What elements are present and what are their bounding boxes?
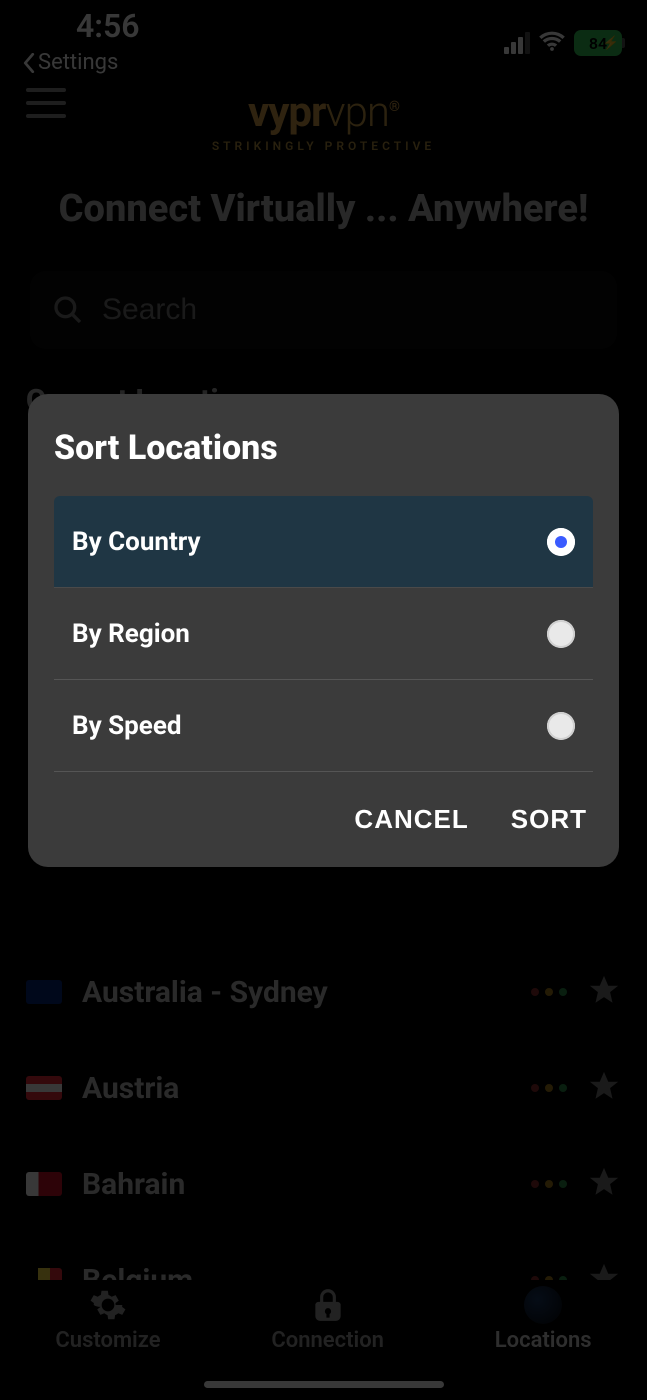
tab-customize[interactable]: Customize — [55, 1286, 160, 1353]
radio-icon — [547, 528, 575, 556]
cellular-signal-icon — [504, 32, 530, 54]
tab-label: Customize — [55, 1328, 160, 1353]
charging-icon: ⚡ — [603, 36, 619, 51]
sort-option-region[interactable]: By Region — [54, 588, 593, 680]
location-list: Australia - Sydney Austria Bahrain Belgi… — [0, 944, 647, 1328]
modal-actions: CANCEL SORT — [54, 772, 593, 839]
list-item[interactable]: Austria — [26, 1040, 621, 1136]
latency-indicator — [531, 1084, 567, 1092]
menu-icon[interactable] — [26, 88, 66, 118]
status-right: 84 ⚡ — [504, 10, 625, 56]
brand-strong: vypr — [248, 88, 325, 137]
flag-icon — [26, 1172, 62, 1196]
status-time: 4:56 — [22, 10, 140, 42]
status-left: 4:56 Settings — [22, 10, 140, 75]
app-header: vyprvpn® STRIKINGLY PROTECTIVE — [0, 78, 647, 159]
search-input[interactable] — [102, 293, 595, 327]
brand-tagline: STRIKINGLY PROTECTIVE — [212, 139, 435, 153]
home-indicator[interactable] — [204, 1381, 444, 1388]
hero: Connect Virtually ... Anywhere! — [0, 159, 647, 363]
location-name: Australia - Sydney — [82, 975, 511, 1010]
sort-option-country[interactable]: By Country — [54, 496, 593, 588]
wifi-icon — [538, 30, 566, 56]
option-label: By Country — [72, 527, 201, 557]
list-item[interactable]: Australia - Sydney — [26, 944, 621, 1040]
location-name: Bahrain — [82, 1167, 511, 1202]
sort-locations-modal: Sort Locations By Country By Region By S… — [28, 394, 619, 867]
tab-label: Locations — [495, 1328, 592, 1353]
brand-light: vpn — [325, 88, 389, 137]
tab-label: Connection — [271, 1328, 384, 1353]
tab-locations[interactable]: Locations — [495, 1286, 592, 1353]
radio-icon — [547, 620, 575, 648]
latency-indicator — [531, 988, 567, 996]
favorite-star-icon[interactable] — [587, 973, 621, 1011]
brand-logo: vyprvpn® STRIKINGLY PROTECTIVE — [212, 88, 435, 153]
gear-icon — [89, 1286, 127, 1324]
lock-icon — [309, 1286, 347, 1324]
globe-icon — [524, 1286, 562, 1324]
favorite-star-icon[interactable] — [587, 1069, 621, 1107]
location-name: Austria — [82, 1071, 511, 1106]
back-to-settings[interactable]: Settings — [22, 50, 140, 75]
modal-title: Sort Locations — [54, 428, 593, 468]
hero-title: Connect Virtually ... Anywhere! — [20, 187, 627, 231]
back-label: Settings — [38, 50, 118, 75]
battery-indicator: 84 ⚡ — [574, 30, 625, 56]
sort-option-speed[interactable]: By Speed — [54, 680, 593, 772]
flag-icon — [26, 1076, 62, 1100]
search-icon — [52, 294, 84, 326]
flag-icon — [26, 980, 62, 1004]
option-label: By Speed — [72, 711, 182, 741]
radio-icon — [547, 712, 575, 740]
tab-bar: Customize Connection Locations — [0, 1280, 647, 1400]
status-bar: 4:56 Settings 84 ⚡ — [0, 0, 647, 78]
tab-connection[interactable]: Connection — [271, 1286, 384, 1353]
option-label: By Region — [72, 619, 190, 649]
latency-indicator — [531, 1180, 567, 1188]
list-item[interactable]: Bahrain — [26, 1136, 621, 1232]
cancel-button[interactable]: CANCEL — [354, 804, 468, 835]
sort-button[interactable]: SORT — [511, 804, 587, 835]
favorite-star-icon[interactable] — [587, 1165, 621, 1203]
search-box[interactable] — [30, 271, 617, 349]
